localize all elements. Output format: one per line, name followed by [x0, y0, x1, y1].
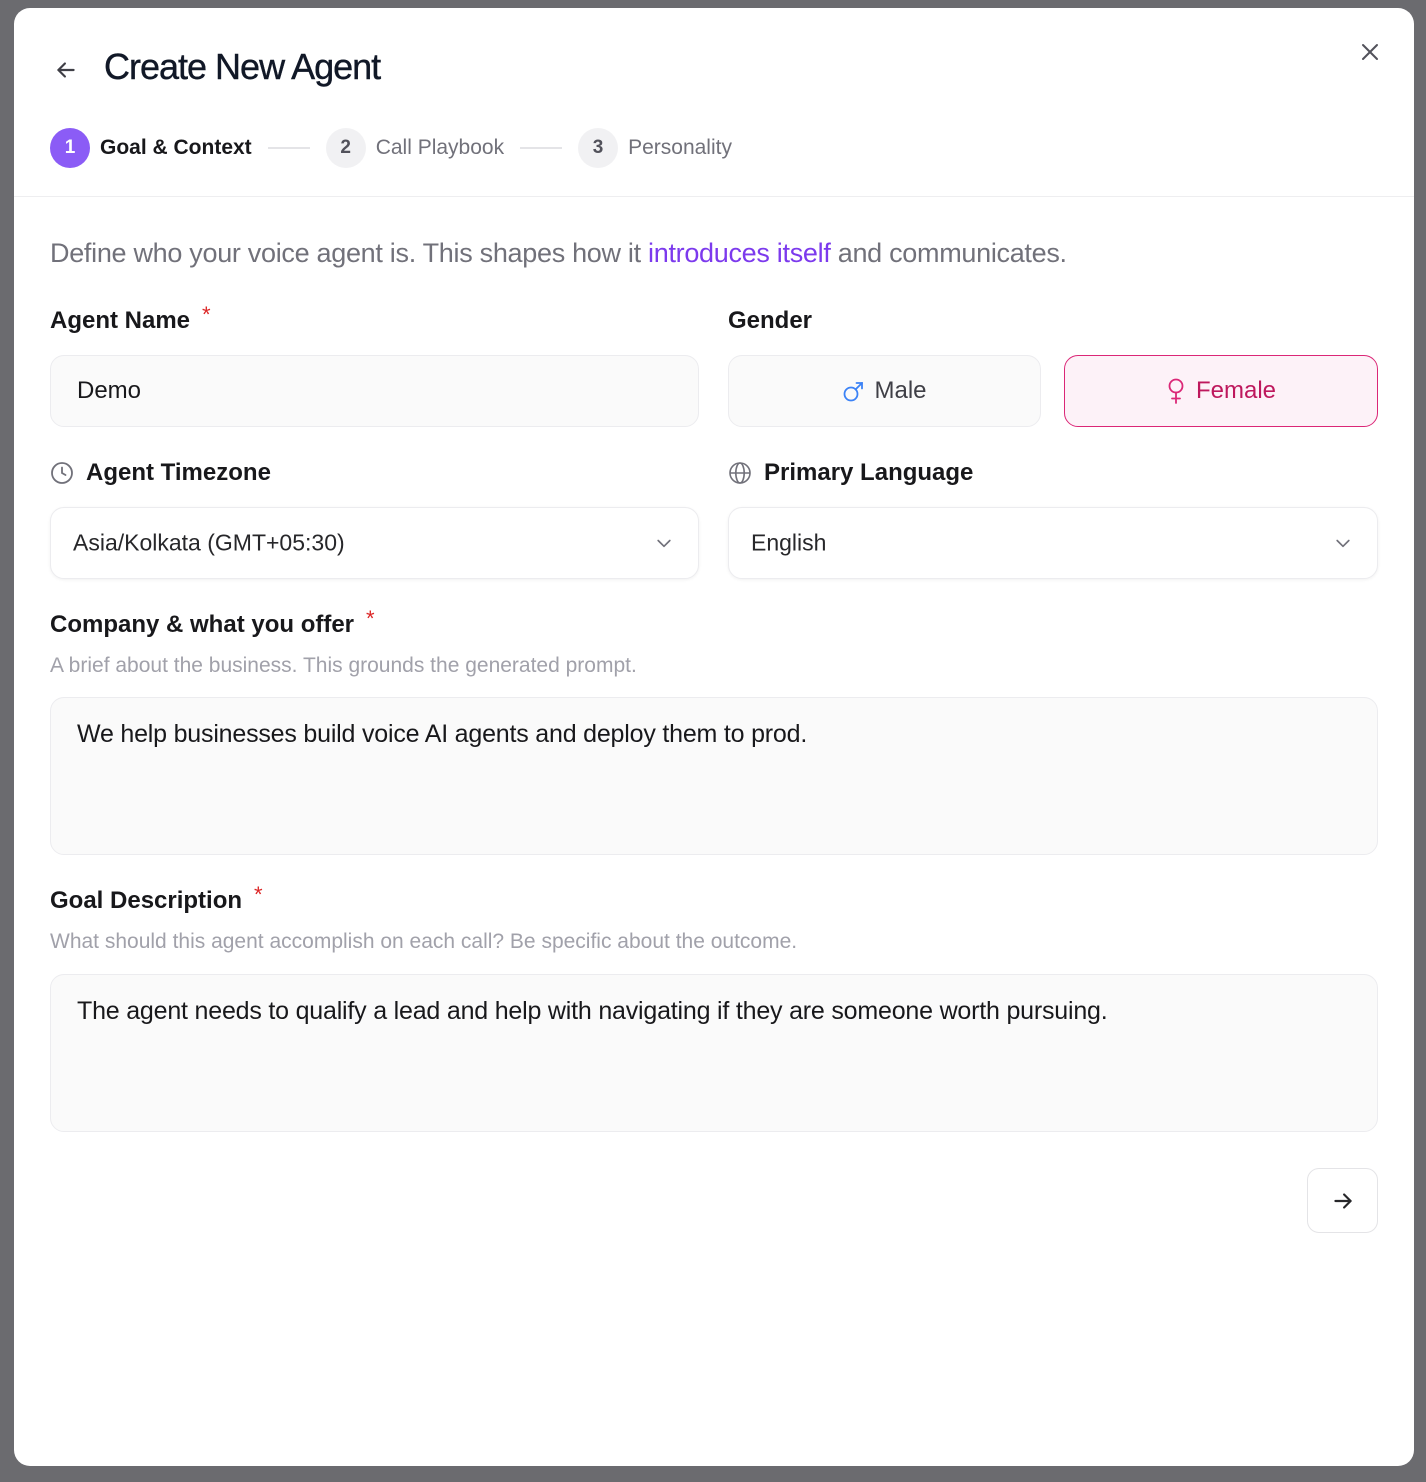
page-title: Create New Agent	[104, 46, 382, 87]
company-textarea[interactable]: We help businesses build voice AI agents…	[50, 697, 1378, 855]
timezone-label: Agent Timezone	[50, 459, 271, 487]
goal-value: The agent needs to qualify a lead and he…	[77, 997, 1108, 1025]
gender-label: Gender	[728, 307, 812, 335]
step-separator	[267, 147, 310, 149]
goal-label-text: Goal Description	[50, 887, 243, 914]
create-agent-modal: Create New Agent 1 Goal & Context 2 Call…	[14, 8, 1414, 1466]
gender-male-label: Male	[874, 377, 927, 404]
timezone-value: Asia/Kolkata (GMT+05:30)	[73, 529, 345, 556]
modal-header: Create New Agent 1 Goal & Context 2 Call…	[14, 8, 1414, 197]
company-label-text: Company & what you offer	[50, 611, 355, 638]
goal-label: Goal Description *	[50, 882, 263, 915]
intro-highlight: introduces itself	[648, 238, 831, 268]
close-icon	[1362, 44, 1378, 60]
timezone-select[interactable]: Asia/Kolkata (GMT+05:30)	[50, 507, 699, 579]
chevron-down-icon	[1333, 533, 1353, 553]
step-label: Call Playbook	[375, 136, 505, 159]
female-icon	[1166, 378, 1186, 404]
agent-name-label: Agent Name *	[50, 302, 211, 335]
stepper: 1 Goal & Context 2 Call Playbook 3 Perso…	[50, 128, 732, 168]
arrow-left-icon	[57, 62, 75, 78]
goal-textarea[interactable]: The agent needs to qualify a lead and he…	[50, 974, 1378, 1132]
agent-name-value: Demo	[77, 377, 142, 404]
gender-label-text: Gender	[728, 307, 813, 334]
company-value: We help businesses build voice AI agents…	[77, 720, 808, 748]
required-marker: *	[366, 606, 375, 631]
chevron-down-icon	[654, 533, 674, 553]
intro-before: Define who your voice agent is. This sha…	[50, 238, 649, 268]
clock-icon	[50, 461, 74, 485]
male-icon	[842, 378, 864, 404]
next-button[interactable]	[1307, 1168, 1378, 1233]
step-label: Personality	[628, 136, 732, 159]
step-personality[interactable]: 3 Personality	[578, 128, 732, 168]
gender-female-button[interactable]: Female	[1064, 355, 1378, 427]
language-label: Primary Language	[728, 459, 973, 487]
back-button[interactable]	[50, 54, 82, 86]
agent-name-label-text: Agent Name	[50, 307, 191, 334]
step-separator	[520, 147, 563, 149]
language-value: English	[751, 529, 827, 556]
company-hint: A brief about the business. This grounds…	[50, 654, 637, 677]
globe-icon	[728, 461, 752, 485]
timezone-label-text: Agent Timezone	[86, 459, 271, 486]
step-number: 2	[325, 128, 366, 168]
intro-text: Define who your voice agent is. This sha…	[50, 238, 1067, 269]
step-goal-context[interactable]: 1 Goal & Context	[50, 128, 252, 168]
language-select[interactable]: English	[728, 507, 1378, 579]
step-label: Goal & Context	[100, 136, 252, 159]
company-label: Company & what you offer *	[50, 606, 375, 639]
goal-hint: What should this agent accomplish on eac…	[50, 930, 798, 953]
close-button[interactable]	[1354, 36, 1386, 68]
gender-male-button[interactable]: Male	[728, 355, 1041, 427]
step-call-playbook[interactable]: 2 Call Playbook	[325, 128, 505, 168]
arrow-right-icon	[1333, 1192, 1352, 1209]
required-marker: *	[202, 302, 211, 327]
required-marker: *	[254, 882, 263, 907]
step-number: 1	[50, 128, 90, 168]
language-label-text: Primary Language	[764, 459, 974, 486]
agent-name-input[interactable]: Demo	[50, 355, 699, 427]
step-number: 3	[578, 128, 619, 168]
gender-female-label: Female	[1195, 377, 1277, 404]
intro-after: and communicates.	[830, 238, 1067, 268]
